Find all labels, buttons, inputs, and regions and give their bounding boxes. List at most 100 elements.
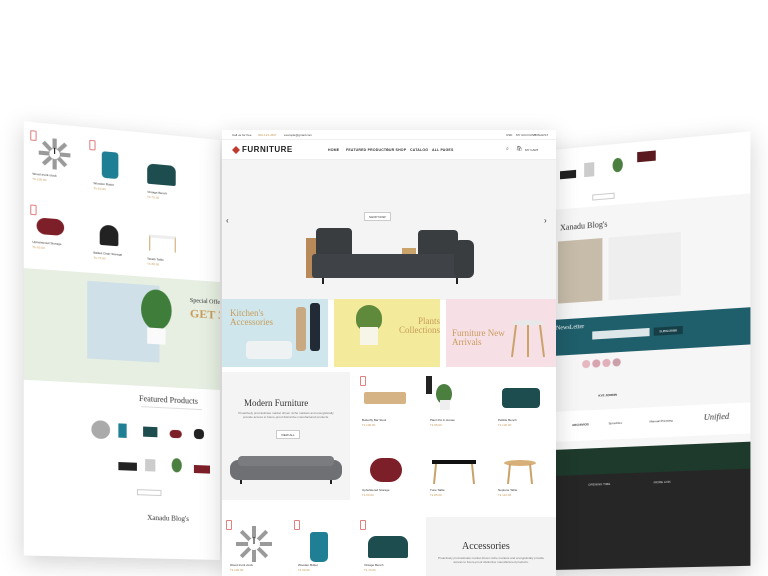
- frame-icon: [145, 459, 155, 472]
- cart-label[interactable]: MY CART: [525, 148, 538, 152]
- neptune-table-image: [504, 460, 536, 484]
- product-price: Tk 70.00: [364, 568, 376, 572]
- product-price: Tk 100.00: [362, 423, 375, 427]
- product-tag: [226, 520, 232, 530]
- footer-col-opening: OPENING TIME: [588, 482, 610, 487]
- banner-kitchen[interactable]: Kitchen's Accessories: [222, 299, 328, 367]
- brand-logo[interactable]: Unified: [704, 412, 729, 422]
- product-price: Tk 110.00: [498, 493, 511, 497]
- nav-catalog[interactable]: CATALOG: [410, 148, 428, 152]
- quick-view-badge[interactable]: [426, 376, 432, 394]
- nav-pages[interactable]: ALL PAGES: [432, 148, 454, 152]
- modern-furniture-desc: Proactively procrastinate market driven …: [234, 412, 338, 419]
- tune-table-image: [432, 460, 476, 484]
- search-icon[interactable]: ⌕: [506, 146, 509, 152]
- vase-image: [102, 151, 119, 179]
- main-page-preview: Call us for free 000-123-4567 example@gm…: [222, 130, 556, 576]
- clock-image: [39, 137, 71, 171]
- nav-shop[interactable]: OUR SHOP: [386, 148, 406, 152]
- hero-slider: ‹ › SHOP NOW: [222, 160, 556, 300]
- view-all-button[interactable]: VIEW ALL: [276, 430, 300, 439]
- stool-product-image: [364, 392, 406, 404]
- product-tag: [30, 204, 36, 215]
- newsletter-title: NewsLetter: [556, 324, 584, 332]
- banner-plants[interactable]: Plants Collections: [334, 299, 440, 367]
- brand-logo[interactable]: Manual Pressing: [650, 418, 673, 423]
- brand-logo[interactable]: SpinoFlex: [609, 421, 623, 426]
- call-label: Call us for free: [232, 133, 252, 137]
- right-view-all-button[interactable]: [592, 193, 614, 201]
- pebble-bench-image: [502, 388, 540, 408]
- product-name[interactable]: Vintage Bench: [364, 563, 383, 567]
- banner-arrivals[interactable]: Furniture New Arrivals: [446, 299, 556, 367]
- product-name[interactable]: Upholstered Storage: [362, 488, 390, 492]
- product-price: Tk 80.00: [147, 262, 159, 267]
- wishlist-link[interactable]: WISHLIST: [534, 133, 548, 137]
- featured-tabs[interactable]: [141, 406, 202, 412]
- site-logo[interactable]: FURNITURE: [232, 145, 293, 154]
- blog-photo-2[interactable]: [609, 232, 681, 300]
- armchair-icon: [143, 427, 157, 438]
- subscribe-button[interactable]: SUBSCRIBE: [654, 326, 683, 336]
- account-link[interactable]: MY ACCOUNT: [516, 133, 536, 137]
- product-name[interactable]: Pebble Bench: [498, 418, 517, 422]
- product-tag: [30, 130, 36, 141]
- right-page-preview: Xanadu Blog's NewsLetter SUBSCRIBE KYE J…: [552, 131, 750, 570]
- logo-icon: [232, 146, 240, 154]
- sofa-image: [306, 224, 474, 284]
- email-link[interactable]: example@gmail.com: [284, 133, 312, 137]
- blog-photo-1[interactable]: [558, 238, 602, 304]
- nav-home[interactable]: HOME: [328, 148, 339, 152]
- bench-red-icon: [194, 465, 210, 474]
- product-name[interactable]: Wood trunk clock: [230, 563, 253, 567]
- brand-row: ARCHIVIOS SpinoFlex Manual Pressing Unif…: [552, 402, 750, 442]
- gray-sofa-image: [230, 456, 342, 484]
- currency-select[interactable]: USD: [506, 133, 512, 137]
- brand-logo[interactable]: ARCHIVIOS: [572, 422, 589, 427]
- accessories-desc: Proactively procrastinate market driven …: [434, 557, 548, 564]
- armchair-image: [147, 163, 176, 186]
- accessories-title: Accessories: [462, 541, 510, 552]
- clock-product-image: [236, 526, 272, 562]
- phone-link[interactable]: 000-123-4567: [258, 133, 277, 137]
- product-name[interactable]: Wooden Butter: [298, 563, 318, 567]
- special-offer-banner[interactable]: Special Offer GET 30: [24, 268, 220, 390]
- newsletter-email-input[interactable]: [592, 328, 649, 340]
- product-tag: [294, 520, 300, 530]
- footer-col-more: MORE LINK: [654, 480, 671, 485]
- bench-icon: [118, 462, 137, 471]
- left-blog-title: Xanadu Blog's: [147, 514, 189, 523]
- product-price: Tk 60.00: [298, 568, 310, 572]
- plant-pot: [147, 327, 165, 344]
- right-blog-title: Xanadu Blog's: [560, 220, 607, 233]
- bottle-image: [296, 307, 306, 351]
- testimonial-author: KYE JORDIN: [598, 393, 617, 398]
- cart-icon[interactable]: 🛍: [516, 146, 522, 152]
- chair-icon: [194, 429, 204, 439]
- accessories-block: Accessories Proactively procrastinate ma…: [426, 517, 556, 576]
- top-bar: Call us for free 000-123-4567 example@gm…: [222, 130, 556, 140]
- bottle-image: [310, 303, 320, 351]
- nav-featured[interactable]: FEATURED PRODUCTS: [346, 148, 389, 152]
- ottoman-image: [37, 217, 65, 236]
- product-price: Tk 120.00: [498, 423, 511, 427]
- testimonial-avatars: [582, 356, 654, 370]
- product-price: Tk 90.00: [362, 493, 374, 497]
- bench-icon: [560, 170, 576, 179]
- right-product-row: [552, 131, 750, 210]
- plant-pot: [360, 327, 378, 345]
- product-price: Tk 75.00: [93, 256, 105, 261]
- product-name[interactable]: Plant Pot in House: [430, 418, 455, 422]
- ottoman-icon: [170, 430, 182, 439]
- product-tag: [360, 376, 366, 386]
- product-name[interactable]: Tune Table: [430, 488, 445, 492]
- product-name[interactable]: Butterfly Bar Stool: [362, 418, 386, 422]
- product-price: Tk 100.00: [32, 177, 46, 182]
- shop-now-button[interactable]: SHOP NOW: [364, 212, 391, 221]
- product-name[interactable]: Neptune Table: [498, 488, 517, 492]
- product-tag: [360, 520, 366, 530]
- slider-prev-icon[interactable]: ‹: [226, 216, 229, 225]
- butter-product-image: [310, 532, 328, 562]
- slider-next-icon[interactable]: ›: [544, 216, 547, 225]
- view-all-button[interactable]: [137, 489, 162, 496]
